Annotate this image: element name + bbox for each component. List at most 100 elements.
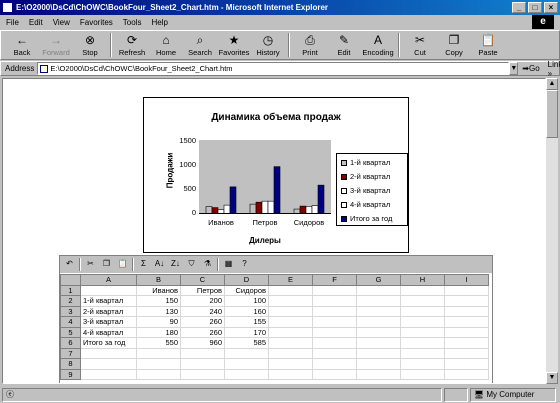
encoding-button[interactable]: A Encoding	[361, 31, 395, 59]
cell[interactable]	[356, 284, 401, 296]
search-button[interactable]: ⌕ Search	[183, 31, 217, 59]
menu-file[interactable]: File	[6, 18, 19, 27]
scroll-down-button[interactable]: ▼	[546, 372, 558, 384]
cell[interactable]	[80, 368, 137, 380]
column-header[interactable]: D	[224, 274, 269, 286]
cell[interactable]	[312, 347, 357, 359]
sheet-toolbar-button-8[interactable]: ⚗	[201, 258, 214, 271]
cell[interactable]: 150	[136, 295, 181, 307]
cell[interactable]: 130	[136, 305, 181, 317]
cell[interactable]: Сидоров	[224, 284, 269, 296]
history-button[interactable]: ◷ History	[251, 31, 285, 59]
column-header[interactable]: G	[356, 274, 401, 286]
cell[interactable]	[444, 347, 489, 359]
chart-control[interactable]: Динамика объема продаж Продажи 1500 1000 5…	[143, 97, 409, 253]
cell[interactable]	[356, 295, 401, 307]
cell[interactable]	[356, 316, 401, 328]
cell[interactable]: 550	[136, 337, 181, 349]
cell[interactable]	[268, 284, 313, 296]
cell[interactable]	[136, 368, 181, 380]
cell[interactable]	[444, 284, 489, 296]
sheet-toolbar-button-2[interactable]: ❐	[100, 258, 113, 271]
cell[interactable]	[444, 326, 489, 338]
sheet-toolbar-button-3[interactable]: 📋	[116, 258, 129, 271]
window-titlebar[interactable]: E:\O2000\DsCd\ChOWC\BookFour_Sheet2_Char…	[0, 0, 560, 15]
row-header[interactable]: 9	[60, 368, 81, 380]
cell[interactable]	[312, 305, 357, 317]
cell[interactable]	[400, 316, 445, 328]
cell[interactable]	[400, 326, 445, 338]
cell[interactable]: 960	[180, 337, 225, 349]
cell[interactable]	[224, 347, 269, 359]
sheet-toolbar-button-9[interactable]: ▦	[222, 258, 235, 271]
stop-button[interactable]: ⊗ Stop	[73, 31, 107, 59]
sheet-toolbar-button-5[interactable]: A↓	[153, 258, 166, 271]
row-header[interactable]: 4	[60, 316, 81, 328]
cell[interactable]: 180	[136, 326, 181, 338]
cell[interactable]: 260	[180, 316, 225, 328]
row-header[interactable]: 5	[60, 326, 81, 338]
cell[interactable]	[312, 368, 357, 380]
cell[interactable]	[444, 316, 489, 328]
cell[interactable]: 170	[224, 326, 269, 338]
scroll-up-button[interactable]: ▲	[546, 78, 558, 90]
sheet-toolbar-button-0[interactable]: ↶	[63, 258, 76, 271]
cell[interactable]: 2-й квартал	[80, 305, 137, 317]
scroll-thumb[interactable]	[546, 90, 558, 138]
menu-view[interactable]: View	[53, 18, 70, 27]
cell[interactable]: Итого за год	[80, 337, 137, 349]
forward-button[interactable]: → Forward	[39, 31, 73, 59]
cell[interactable]: 585	[224, 337, 269, 349]
cell[interactable]: 3-й квартал	[80, 316, 137, 328]
vertical-scrollbar[interactable]: ▲ ▼	[546, 78, 558, 384]
cell[interactable]	[444, 368, 489, 380]
cell[interactable]: Петров	[180, 284, 225, 296]
row-header[interactable]: 2	[60, 295, 81, 307]
row-header[interactable]: 8	[60, 358, 81, 370]
column-header[interactable]: C	[180, 274, 225, 286]
cell[interactable]	[312, 337, 357, 349]
cell[interactable]	[400, 368, 445, 380]
home-button[interactable]: ⌂ Home	[149, 31, 183, 59]
cell[interactable]	[224, 368, 269, 380]
sheet-toolbar-button-6[interactable]: Z↓	[169, 258, 182, 271]
minimize-button[interactable]: _	[512, 2, 526, 13]
cell[interactable]	[356, 337, 401, 349]
cell[interactable]	[356, 305, 401, 317]
cell[interactable]	[80, 284, 137, 296]
menu-tools[interactable]: Tools	[123, 18, 142, 27]
links-button[interactable]: Links »	[548, 60, 560, 78]
cell[interactable]	[312, 316, 357, 328]
menu-edit[interactable]: Edit	[29, 18, 43, 27]
sheet-toolbar-button-1[interactable]: ✂	[84, 258, 97, 271]
cell[interactable]	[268, 337, 313, 349]
column-header[interactable]: H	[400, 274, 445, 286]
cell[interactable]: 4-й квартал	[80, 326, 137, 338]
cell[interactable]	[180, 358, 225, 370]
cell[interactable]	[80, 358, 137, 370]
cell[interactable]: 240	[180, 305, 225, 317]
cell[interactable]	[136, 347, 181, 359]
cell[interactable]	[268, 305, 313, 317]
column-header[interactable]: I	[444, 274, 489, 286]
cell[interactable]	[356, 326, 401, 338]
cell[interactable]	[312, 295, 357, 307]
cell[interactable]	[444, 295, 489, 307]
cell[interactable]	[356, 358, 401, 370]
cell[interactable]	[356, 347, 401, 359]
select-all-corner[interactable]	[60, 274, 81, 286]
column-header[interactable]: E	[268, 274, 313, 286]
cell[interactable]: 155	[224, 316, 269, 328]
cell[interactable]	[444, 305, 489, 317]
paste-button[interactable]: 📋 Paste	[471, 31, 505, 59]
cell[interactable]	[400, 337, 445, 349]
spreadsheet-grid[interactable]: A B C D E F G H I 1 Иванов Петров Сидоров 2 1-й кварта…	[60, 274, 489, 380]
cell[interactable]	[268, 295, 313, 307]
column-header[interactable]: A	[80, 274, 137, 286]
edit-button[interactable]: ✎ Edit	[327, 31, 361, 59]
cell[interactable]	[268, 358, 313, 370]
cell[interactable]	[312, 358, 357, 370]
cell[interactable]	[224, 358, 269, 370]
cut-button[interactable]: ✂ Cut	[403, 31, 437, 59]
go-button[interactable]: ➡Go	[522, 64, 539, 73]
